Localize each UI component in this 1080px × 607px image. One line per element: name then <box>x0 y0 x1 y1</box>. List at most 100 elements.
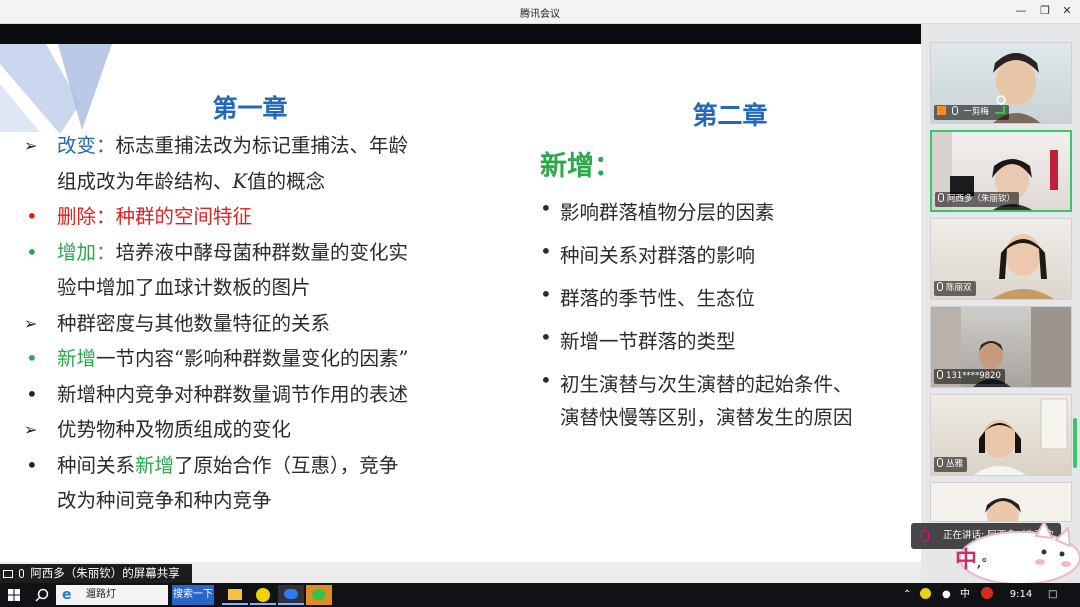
bullet-icon: • <box>26 346 38 370</box>
participant-tile[interactable]: 一剪梅 <box>930 42 1072 124</box>
screen-share-icon <box>3 570 13 578</box>
tencent-meeting-app[interactable] <box>278 585 304 605</box>
close-icon[interactable]: ✕ <box>1058 3 1076 19</box>
list-text: 改为种间竞争和种内竞争 <box>57 489 272 512</box>
chapter1-list-item: ➢ 优势物种及物质组成的变化 <box>20 412 480 448</box>
list-text: 一节内容“影响种群数量变化的因素” <box>96 347 409 370</box>
bullet-icon: • <box>26 381 38 406</box>
window-title: 腾讯会议 <box>520 9 560 20</box>
title-bar: 腾讯会议 — ❐ ✕ <box>0 0 1080 24</box>
mic-icon <box>937 282 943 291</box>
chapter2-list-item: • 影响群落植物分层的因素 <box>538 196 918 229</box>
screen-share-label[interactable]: 阿西多（朱丽钦）的屏幕共享 <box>0 564 192 583</box>
shared-slide: 第一章 第二章 ➢ 改变：标志重捕法改为标记重捕法、年龄 组成改为年龄结构、K值的概… <box>0 44 921 562</box>
minimize-icon[interactable]: — <box>1012 3 1030 19</box>
bullet-icon: • <box>540 368 552 392</box>
speaking-mic-icon <box>921 530 929 542</box>
chapter1-list-item: • 删除：种群的空间特征 <box>20 199 480 235</box>
participant-panel: 一剪梅 阿西多（朱丽钦） 陈丽双 131****9820 丛雅 <box>921 24 1080 583</box>
taskbar-search-button[interactable]: 搜索一下 <box>172 585 214 605</box>
taskbar-clock[interactable]: 9:14 <box>1004 583 1038 607</box>
participant-name-tag: 陈丽双 <box>934 281 976 296</box>
participant-tile[interactable] <box>930 482 1072 522</box>
bullet-icon: • <box>540 196 552 220</box>
bullet-icon: • <box>26 239 38 264</box>
list-text: 删除：种群的空间特征 <box>57 205 253 228</box>
mic-icon <box>937 458 943 467</box>
list-text: 标志重捕法改为标记重捕法、年龄 <box>115 134 409 157</box>
list-text: 新增一节群落的类型 <box>560 330 736 353</box>
browser-e-icon: e <box>62 587 72 603</box>
chapter1-list-item: ➢ 种群密度与其他数量特征的关系 <box>20 306 480 342</box>
wechat-app[interactable] <box>306 585 332 605</box>
tray-s-icon[interactable] <box>981 583 993 607</box>
bullet-icon: • <box>26 204 38 228</box>
browser-icon <box>256 588 270 602</box>
restore-icon[interactable]: ❐ <box>1036 3 1054 19</box>
arrow-bullet-icon: ➢ <box>24 313 38 333</box>
chapter1-list-item: 组成改为年龄结构、K值的概念 <box>20 164 480 200</box>
chapter1-title: 第一章 <box>212 94 288 123</box>
share-status-bar: 阿西多（朱丽钦）的屏幕共享 <box>0 562 921 583</box>
signal-icon <box>994 106 1005 114</box>
chapter1-list-item: • 种间关系新增了原始合作（互惠），竞争 <box>20 448 480 484</box>
chapter1-list-item: • 增加：培养液中酵母菌种群数量的变化实 <box>20 235 480 271</box>
chapter2-list-item: • 初生演替与次生演替的起始条件、 演替快慢等区别，演替发生的原因 <box>538 368 918 434</box>
tray-app-icon[interactable] <box>920 583 931 607</box>
chapter2-list: • 影响群落植物分层的因素 • 种间关系对群落的影响 • 群落的季节性、生态位 • 新增一节群… <box>538 196 918 444</box>
list-text: 种群密度与其他数量特征的关系 <box>57 311 331 335</box>
panel-scrollbar[interactable] <box>1073 418 1077 468</box>
windows-start-icon[interactable] <box>8 589 20 601</box>
list-text: 培养液中酵母菌种群数量的变化实 <box>115 240 409 264</box>
bullet-icon: • <box>540 282 552 306</box>
ime-language-indicator[interactable]: 中 <box>960 583 970 607</box>
notification-icon[interactable]: □ <box>1048 583 1057 607</box>
participant-name-tag: 丛雅 <box>934 457 968 472</box>
user-avatar-icon <box>937 106 946 115</box>
screen-share-text: 阿西多（朱丽钦）的屏幕共享 <box>30 566 180 580</box>
participant-tile[interactable]: 131****9820 <box>930 306 1072 388</box>
tray-expand-icon[interactable]: ⌃ <box>903 583 911 607</box>
chapter2-list-item: • 群落的季节性、生态位 <box>538 282 918 315</box>
tencent-meeting-icon <box>284 589 298 599</box>
list-text: 新增 <box>135 453 175 477</box>
arrow-bullet-icon: ➢ <box>24 420 38 439</box>
list-text: 值的概念 <box>247 169 326 193</box>
participant-tile-active[interactable]: 阿西多（朱丽钦） <box>930 130 1072 212</box>
chapter2-list-item: • 新增一节群落的类型 <box>538 325 918 358</box>
file-explorer-app[interactable] <box>222 585 248 605</box>
mic-icon <box>938 193 944 202</box>
wechat-icon <box>312 589 326 600</box>
mic-icon <box>951 106 958 115</box>
list-text: 改变： <box>57 134 116 157</box>
list-text: 初生演替与次生演替的起始条件、 <box>560 373 853 396</box>
mic-icon <box>18 569 24 578</box>
list-text: 新增种内竞争对种群数量调节作用的表述 <box>57 382 409 406</box>
list-text: 组成改为年龄结构、 <box>57 169 233 193</box>
taskbar-search-input[interactable]: e 遛路灯 <box>56 585 168 605</box>
participant-tile[interactable]: 陈丽双 <box>930 218 1072 300</box>
list-text: 影响群落植物分层的因素 <box>560 201 775 224</box>
browser-app[interactable] <box>250 585 276 605</box>
meeting-window: 腾讯会议 — ❐ ✕ 第一章 第二章 ➢ 改变：标志重捕法改为标记重捕法、年龄 组成… <box>0 0 1080 607</box>
chapter1-list-item: • 新增种内竞争对种群数量调节作用的表述 <box>20 377 480 413</box>
participant-tile[interactable]: 丛雅 <box>930 394 1072 476</box>
search-icon[interactable] <box>35 588 49 602</box>
list-text: 优势物种及物质组成的变化 <box>57 418 292 441</box>
list-text: 了原始合作（互惠），竞争 <box>174 453 399 477</box>
bullet-icon: • <box>26 452 38 477</box>
participant-name-tag: 131****9820 <box>934 369 1005 384</box>
list-text: 群落的季节性、生态位 <box>560 287 756 310</box>
list-text: 增加： <box>57 240 116 264</box>
list-text: 种间关系 <box>57 453 136 477</box>
list-text: 新增 <box>57 347 97 370</box>
participant-name-tag: 阿西多（朱丽钦） <box>935 192 1020 207</box>
chapter2-list-item: • 种间关系对群落的影响 <box>538 239 918 272</box>
new-heading: 新增： <box>540 151 621 182</box>
chapter1-list: ➢ 改变：标志重捕法改为标记重捕法、年龄 组成改为年龄结构、K值的概念 • 删除：种群的… <box>20 128 480 519</box>
network-icon[interactable]: ● <box>942 583 951 607</box>
list-text: 演替快慢等区别，演替发生的原因 <box>560 406 853 429</box>
list-text: K <box>232 169 248 193</box>
chapter1-list-item: ➢ 改变：标志重捕法改为标记重捕法、年龄 <box>20 128 480 164</box>
top-toolbar-strip <box>0 24 921 44</box>
